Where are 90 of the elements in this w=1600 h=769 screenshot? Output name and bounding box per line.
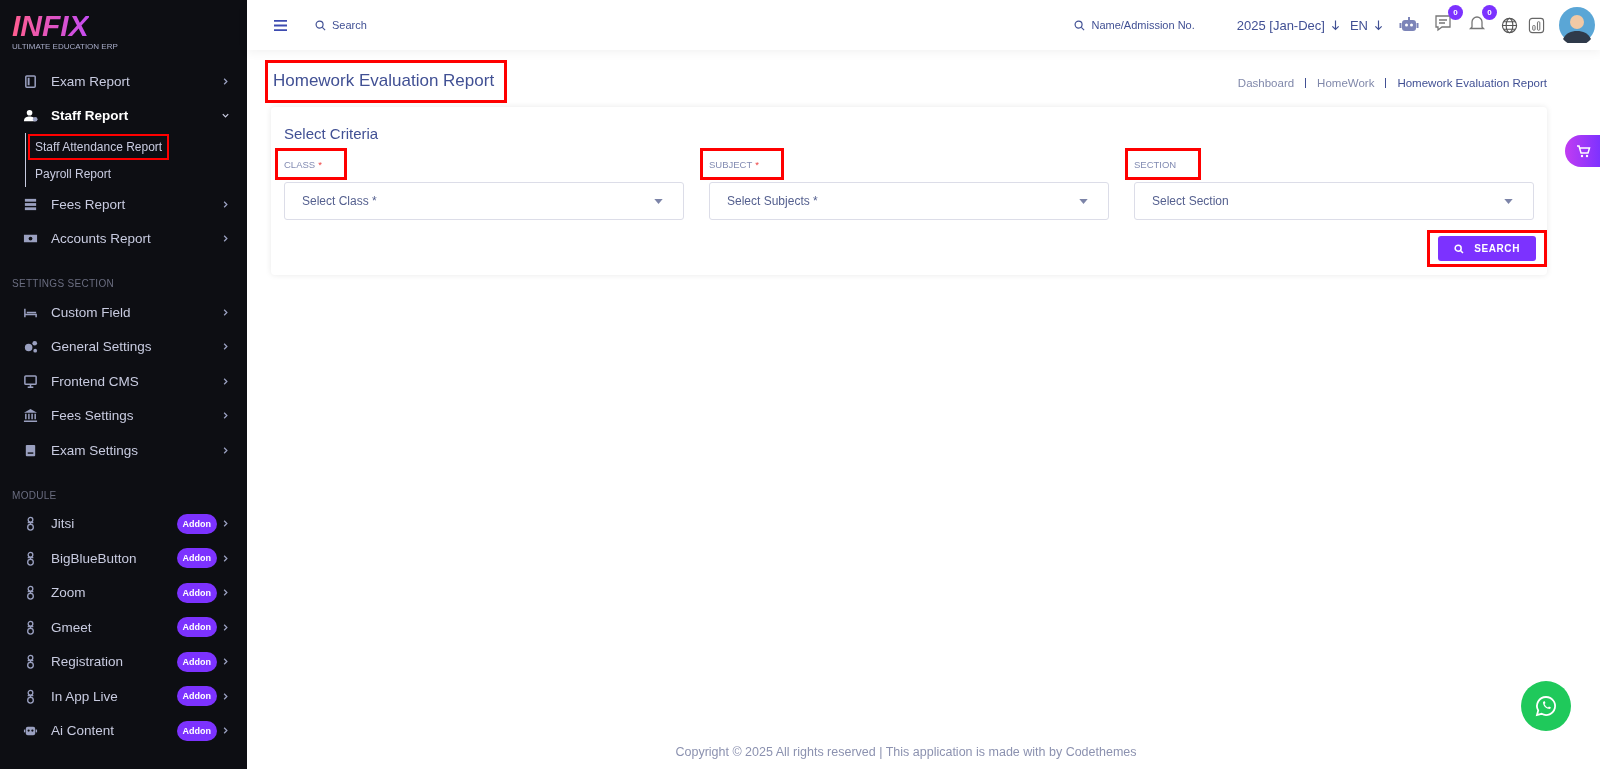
addon-badge: Addon xyxy=(176,513,217,534)
globe-icon[interactable] xyxy=(1501,16,1518,34)
addon-badge: Addon xyxy=(176,582,217,603)
menu-icon[interactable] xyxy=(273,18,288,32)
addon-badge: Addon xyxy=(176,651,217,672)
sidebar-item[interactable]: Accounts Report xyxy=(51,231,221,247)
chevron-right-icon xyxy=(221,519,230,529)
chevron-right-icon xyxy=(221,234,230,244)
caret-icon xyxy=(1504,198,1513,204)
book-icon xyxy=(23,442,38,458)
sidebar-item[interactable]: In App Live xyxy=(51,688,177,704)
card-title: Select Criteria xyxy=(284,125,380,142)
search-icon xyxy=(315,19,326,31)
sidebar-item[interactable]: Ai Content xyxy=(51,723,177,739)
field-label: SUBJECT xyxy=(709,158,753,170)
student-search-field[interactable]: Name/Admission No. xyxy=(1074,19,1195,31)
chat-count-badge: 0 xyxy=(1448,5,1463,20)
chevron-down-icon xyxy=(221,111,230,121)
sidebar-item[interactable]: Frontend CMS xyxy=(51,373,221,389)
session-selector[interactable]: 2025 [Jan-Dec] xyxy=(1236,17,1325,33)
field-label: CLASS xyxy=(284,158,316,170)
section-heading: SETTINGS SECTION xyxy=(12,277,116,291)
search-icon xyxy=(1074,19,1086,31)
book-icon xyxy=(23,73,38,89)
dropdown-field[interactable]: Select Subjects * xyxy=(709,182,1109,220)
field-label: SECTION xyxy=(1134,158,1177,170)
sidebar-item[interactable]: Staff Report xyxy=(51,108,221,124)
robot-icon[interactable] xyxy=(1399,16,1419,34)
footer-text: Copyright © 2025 All rights reserved | This application is made with by Codethemes xyxy=(674,745,1138,761)
dropdown-field[interactable]: Select Section xyxy=(1134,182,1534,220)
addon-badge: Addon xyxy=(176,686,217,707)
chevron-right-icon xyxy=(221,411,230,421)
required-mark: * xyxy=(755,158,759,170)
cart-button[interactable] xyxy=(1565,135,1600,167)
breadcrumb-link[interactable]: Dashboard xyxy=(1237,76,1295,89)
chevron-right-icon xyxy=(221,691,230,701)
user-icon xyxy=(23,108,38,124)
caret-icon xyxy=(1079,198,1088,204)
chevron-right-icon xyxy=(221,376,230,386)
sidebar-item[interactable]: Fees Settings xyxy=(51,408,221,424)
monitor-icon xyxy=(23,373,38,389)
cart-icon xyxy=(1575,143,1591,159)
chevron-right-icon xyxy=(221,76,230,86)
sidebar-item[interactable]: Registration xyxy=(51,654,177,670)
phone-bubble-icon xyxy=(1534,694,1558,718)
arrow-down-icon[interactable] xyxy=(1330,19,1340,31)
chevron-right-icon xyxy=(221,726,230,736)
language-selector[interactable]: EN xyxy=(1349,17,1368,33)
chevron-right-icon xyxy=(221,657,230,667)
avatar[interactable] xyxy=(1559,7,1595,43)
page-title: Homework Evaluation Report xyxy=(272,70,496,92)
chevron-right-icon xyxy=(221,342,230,352)
dropdown-field[interactable]: Select Class * xyxy=(284,182,684,220)
addon-badge: Addon xyxy=(176,617,217,638)
chevron-right-icon xyxy=(221,622,230,632)
addon-badge: Addon xyxy=(176,548,217,569)
search-icon xyxy=(1454,243,1465,254)
chat-icon[interactable] xyxy=(1433,14,1453,32)
addon-badge: Addon xyxy=(176,720,217,741)
chevron-right-icon xyxy=(221,199,230,209)
section-heading: MODULE xyxy=(12,488,58,503)
sidebar-item[interactable]: Gmeet xyxy=(51,619,177,635)
chevron-right-icon xyxy=(221,588,230,598)
chevron-right-icon xyxy=(221,553,230,563)
gears-icon xyxy=(23,339,38,355)
breadcrumb-link[interactable]: HomeWork xyxy=(1317,76,1375,89)
notification-count-badge: 0 xyxy=(1482,5,1497,20)
submenu-item[interactable]: Staff Attendance Report xyxy=(28,133,170,160)
sidebar-item[interactable]: General Settings xyxy=(51,339,221,355)
sidebar-item[interactable]: Exam Settings xyxy=(51,442,221,458)
sidebar-item[interactable]: Exam Report xyxy=(51,73,221,89)
submenu-item[interactable]: Payroll Report xyxy=(28,160,119,187)
logo-tagline: ULTIMATE EDUCATION ERP xyxy=(12,42,119,51)
breadcrumb-link[interactable]: Homework Evaluation Report xyxy=(1397,76,1547,89)
sidebar-item[interactable]: Zoom xyxy=(51,585,177,601)
sidebar-item[interactable]: Jitsi xyxy=(51,516,177,532)
caret-icon xyxy=(654,198,663,204)
bell-icon[interactable] xyxy=(1467,14,1487,32)
bank-icon xyxy=(23,408,38,424)
chevron-right-icon xyxy=(221,307,230,317)
stack-icon xyxy=(23,196,38,212)
bar-chart-icon[interactable] xyxy=(1528,16,1545,34)
sidebar-item[interactable]: Custom Field xyxy=(51,304,221,320)
sidebar-item[interactable]: BigBlueButton xyxy=(51,550,177,566)
required-mark: * xyxy=(318,158,322,170)
sidebar-item[interactable]: Fees Report xyxy=(51,196,221,212)
search-field[interactable]: Search xyxy=(315,19,367,31)
arrow-down-icon[interactable] xyxy=(1374,19,1383,31)
chevron-right-icon xyxy=(221,445,230,455)
search-button[interactable]: SEARCH xyxy=(1438,236,1536,261)
